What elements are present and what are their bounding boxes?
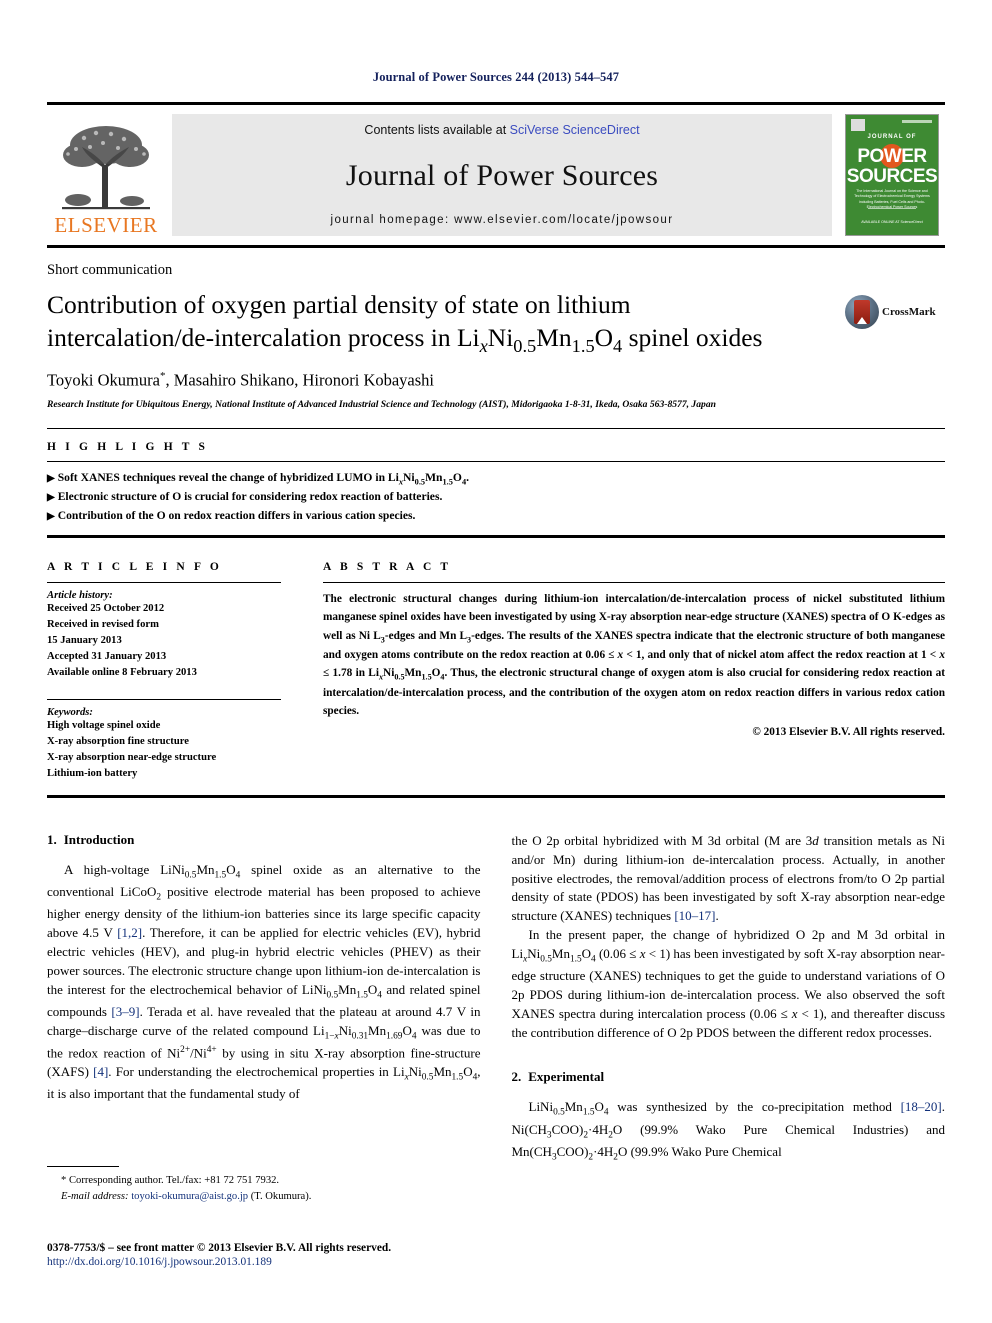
journal-title: Journal of Power Sources — [345, 158, 659, 192]
history-line: Received 25 October 2012 — [47, 603, 165, 615]
paragraph-right-2: In the present paper, the change of hybr… — [511, 927, 946, 1040]
history-line: Available online 8 February 2013 — [47, 667, 197, 679]
article-type: Short communication — [47, 262, 173, 278]
author-1: Toyoki Okumura — [47, 370, 160, 390]
crossmark-badge[interactable]: CrossMark — [845, 295, 945, 329]
footnote-block: * Corresponding author. Tel./fax: +81 72… — [47, 1166, 472, 1205]
author-list: Toyoki Okumura*, Masahiro Shikano, Hiron… — [47, 370, 945, 391]
abstract-rule — [323, 582, 945, 584]
paragraph-experimental: LiNi0.5Mn1.5O4 was synthesized by the co… — [511, 1099, 946, 1163]
keywords-label: Keywords: — [47, 706, 93, 718]
paragraph-introduction: A high-voltage LiNi0.5Mn1.5O4 spinel oxi… — [47, 861, 481, 1102]
highlights-bottom-rule — [47, 535, 945, 539]
keyword-item: Lithium-ion battery — [47, 767, 138, 779]
cover-image: JOURNAL OF POWER SOURCES The Internation… — [845, 114, 939, 236]
email-suffix: (T. Okumura). — [248, 1191, 312, 1203]
paragraph-right-1: the O 2p orbital hybridized with M 3d or… — [511, 832, 946, 924]
authors-rest: , Masahiro Shikano, Hironori Kobayashi — [165, 370, 435, 390]
article-info-column: A R T I C L E I N F O Article history: R… — [47, 549, 281, 782]
keyword-item: X-ray absorption near-edge structure — [47, 751, 217, 763]
contents-prefix: Contents lists available at — [364, 123, 510, 137]
elsevier-logo: ELSEVIER — [47, 114, 165, 236]
journal-masthead: ELSEVIER Contents lists available at Sci… — [47, 102, 945, 248]
triangle-bullet-icon: ▶ — [47, 511, 55, 523]
colophon-block: 0378-7753/$ – see front matter © 2013 El… — [47, 1242, 527, 1268]
abstract-heading: A B S T R A C T — [323, 561, 452, 574]
cover-wordmark: POWER SOURCES — [846, 146, 938, 187]
title-line-1: Contribution of oxygen partial density o… — [47, 290, 631, 319]
cover-divider — [868, 208, 916, 209]
history-line: Accepted 31 January 2013 — [47, 651, 167, 663]
highlights-heading: H I G H L I G H T S — [47, 440, 209, 453]
highlights-list: ▶ Soft XANES techniques reveal the change… — [47, 469, 945, 526]
section-heading-introduction: 1. Introduction — [47, 831, 135, 847]
abstract-copyright: © 2013 Elsevier B.V. All rights reserved… — [752, 726, 945, 739]
footnote-email-line: E-mail address: toyoki-okumura@aist.go.j… — [47, 1189, 472, 1205]
highlights-rule — [47, 460, 945, 462]
elsevier-wordmark: ELSEVIER — [54, 213, 158, 237]
title-row: Contribution of oxygen partial density o… — [47, 289, 945, 358]
history-line: Received in revised form — [47, 619, 159, 631]
article-page: Journal of Power Sources 244 (2013) 544–… — [0, 0, 992, 1323]
list-item: ▶ Contribution of the O on redox reaction… — [47, 509, 416, 523]
keywords-rule — [47, 698, 281, 700]
running-head: Journal of Power Sources 244 (2013) 544–… — [372, 70, 620, 84]
footnote-rule — [47, 1166, 119, 1168]
keyword-item: High voltage spinel oxide — [47, 719, 161, 731]
crossmark-label: CrossMark — [882, 306, 936, 318]
footnote-corresponding: * Corresponding author. Tel./fax: +81 72… — [61, 1175, 280, 1187]
footnote-star: * — [61, 1175, 67, 1187]
cover-issn-bar — [902, 120, 932, 123]
abstract-bottom-rule — [47, 794, 945, 798]
article-info-rule — [47, 582, 281, 584]
triangle-bullet-icon: ▶ — [47, 492, 55, 504]
right-column: the O 2p orbital hybridized with M 3d or… — [512, 832, 946, 1165]
keyword-item: X-ray absorption fine structure — [47, 735, 189, 747]
journal-homepage-link[interactable]: journal homepage: www.elsevier.com/locat… — [331, 214, 674, 226]
abstract-column: A B S T R A C T The electronic structura… — [323, 549, 945, 782]
cover-journal-of: JOURNAL OF — [867, 134, 917, 140]
info-abstract-block: A R T I C L E I N F O Article history: R… — [47, 549, 945, 782]
cover-publisher-mark — [851, 119, 865, 131]
affiliation: Research Institute for Ubiquitous Energy… — [47, 398, 716, 410]
list-item: ▶ Soft XANES techniques reveal the change… — [47, 470, 470, 486]
body-columns: 1. Introduction A high-voltage LiNi0.5Mn1… — [47, 832, 945, 1165]
title-line-2-pre: intercalation/de-intercalation process i… — [47, 322, 480, 352]
journal-banner: Contents lists available at SciVerse Sci… — [172, 114, 832, 236]
abstract-text: The electronic structural changes during… — [323, 593, 945, 718]
highlights-top-rule — [47, 427, 945, 429]
section-heading-experimental: 2. Experimental — [511, 1069, 605, 1085]
issn-copyright-line: 0378-7753/$ – see front matter © 2013 El… — [47, 1242, 392, 1254]
title-line-2-post: spinel oxides — [622, 322, 763, 352]
email-link[interactable]: toyoki-okumura@aist.go.jp — [131, 1191, 248, 1202]
doi-link[interactable]: http://dx.doi.org/10.1016/j.jpowsour.201… — [47, 1256, 527, 1268]
sciencedirect-link[interactable]: SciVerse ScienceDirect — [510, 123, 640, 137]
contents-line: Contents lists available at SciVerse Sci… — [364, 123, 639, 137]
journal-cover-thumbnail: JOURNAL OF POWER SOURCES The Internation… — [839, 114, 945, 236]
article-history-label: Article history: — [47, 590, 113, 602]
email-address-label: E-mail address: — [61, 1191, 129, 1203]
page-title: Contribution of oxygen partial density o… — [47, 290, 763, 356]
history-line: 15 January 2013 — [47, 635, 122, 647]
list-item: ▶ Electronic structure of O is crucial fo… — [47, 490, 443, 504]
left-column: 1. Introduction A high-voltage LiNi0.5Mn1… — [47, 832, 481, 1165]
crossmark-icon — [845, 295, 879, 329]
elsevier-tree-icon — [62, 126, 150, 210]
cover-footer: AVAILABLE ONLINE AT ScienceDirect — [861, 219, 923, 224]
article-info-heading: A R T I C L E I N F O — [47, 561, 222, 574]
triangle-bullet-icon: ▶ — [47, 472, 55, 484]
